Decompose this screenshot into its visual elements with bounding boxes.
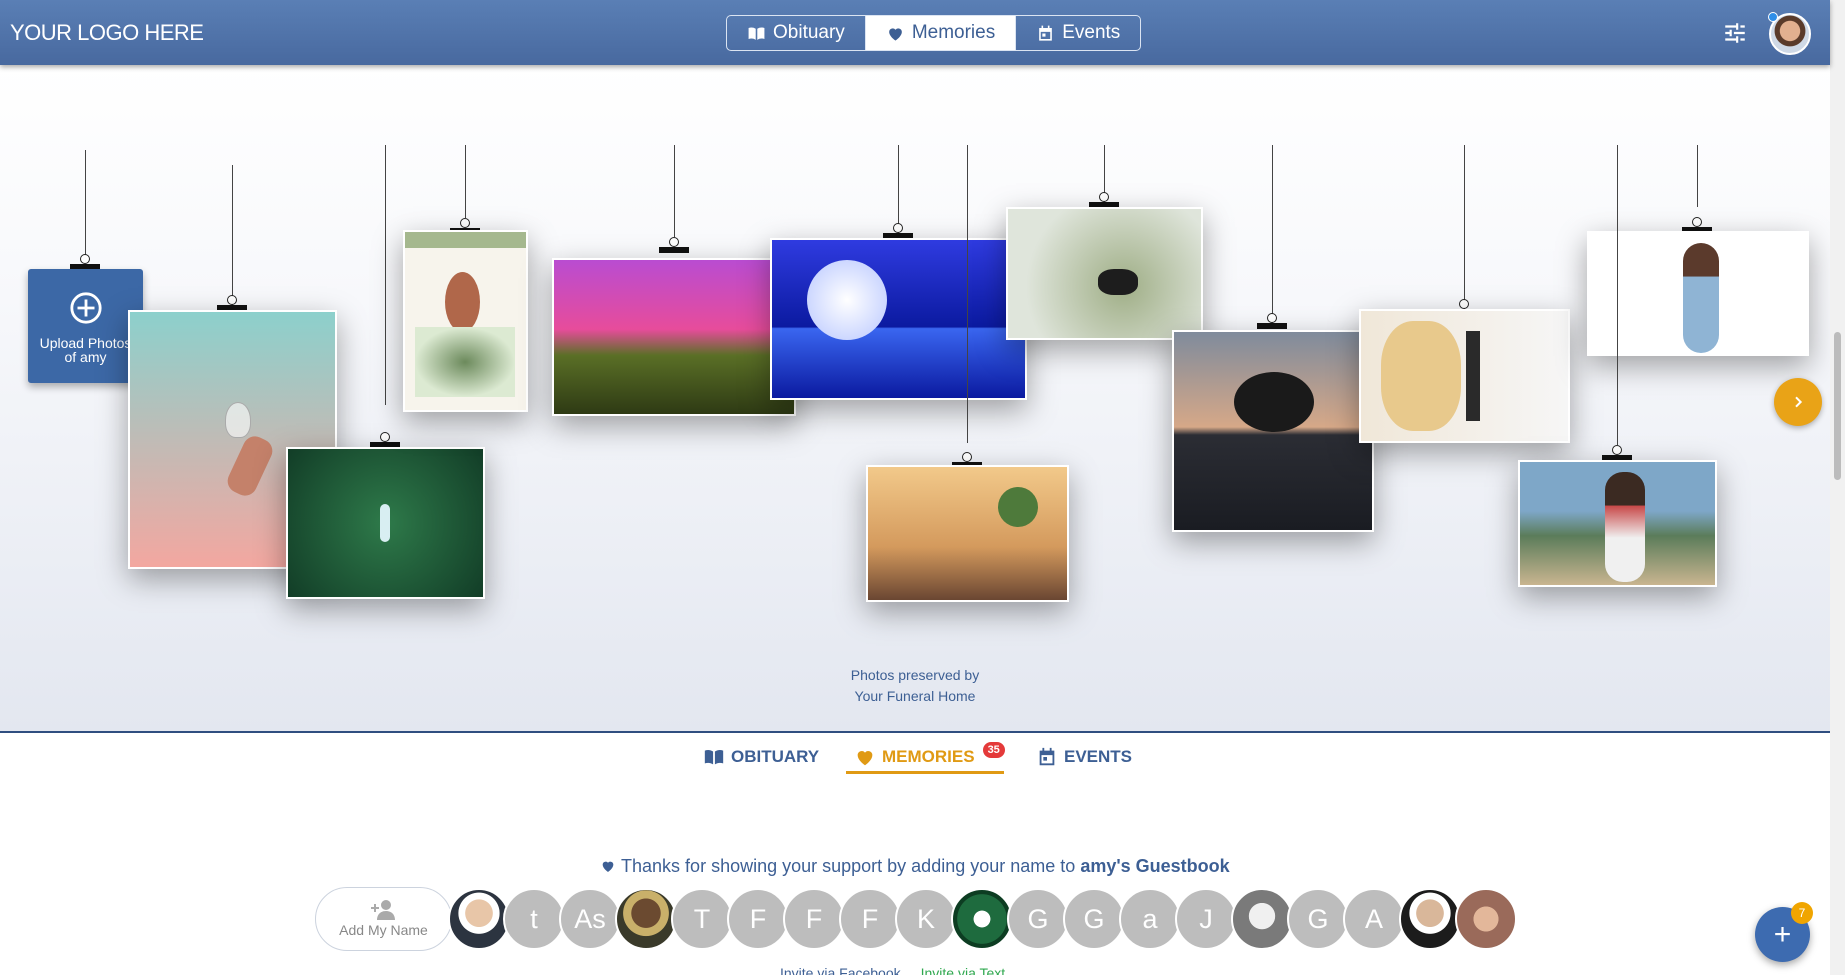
moon-ocean-photo[interactable] xyxy=(770,238,1027,400)
tab-events-label: EVENTS xyxy=(1064,747,1133,766)
butterfly-photo[interactable] xyxy=(1006,207,1203,340)
calendar-icon xyxy=(1039,25,1053,41)
book-icon xyxy=(704,749,724,765)
nav-obituary-label: Obituary xyxy=(773,22,845,43)
nav-memories-label: Memories xyxy=(911,22,996,43)
tab-events[interactable]: EVENTS xyxy=(1036,746,1132,768)
upload-photos-button[interactable]: Upload Photos of amy xyxy=(28,269,143,383)
invite-text-link[interactable]: Invite via Text xyxy=(921,965,1006,975)
guest-avatar[interactable]: G xyxy=(1063,888,1125,950)
preserved-line2[interactable]: Your Funeral Home xyxy=(815,686,1015,707)
guest-avatar[interactable]: F xyxy=(839,888,901,950)
upload-label-line2: of amy xyxy=(64,349,107,365)
tab-obituary-label: OBITUARY xyxy=(731,747,820,766)
preserved-by-text: Photos preserved by Your Funeral Home xyxy=(815,665,1015,707)
guest-avatar[interactable] xyxy=(448,888,510,950)
pink-sky-photo[interactable] xyxy=(552,258,796,416)
scrollbar-thumb[interactable] xyxy=(1834,332,1841,480)
nav-memories-button[interactable]: Memories xyxy=(865,16,1017,50)
notification-dot xyxy=(1768,12,1778,22)
nav-obituary-button[interactable]: Obituary xyxy=(727,16,866,50)
header-nav: Obituary Memories Events xyxy=(726,15,1142,51)
section-tabs: OBITUARY MEMORIES 35 EVENTS xyxy=(0,736,1830,776)
guest-avatar[interactable]: t xyxy=(503,888,565,950)
guestbook-message: Thanks for showing your support by addin… xyxy=(0,856,1830,877)
guest-avatar[interactable]: J xyxy=(1175,888,1237,950)
preserved-line1: Photos preserved by xyxy=(850,667,980,683)
guest-avatar[interactable]: F xyxy=(727,888,789,950)
guest-avatar[interactable]: G xyxy=(1007,888,1069,950)
guest-avatar[interactable]: a xyxy=(1119,888,1181,950)
next-photos-button[interactable] xyxy=(1774,378,1822,426)
sliders-icon[interactable] xyxy=(1722,20,1748,46)
book-icon xyxy=(748,26,765,40)
guest-avatar[interactable]: K xyxy=(895,888,957,950)
guest-avatar[interactable] xyxy=(1455,888,1517,950)
heart-icon xyxy=(857,751,873,766)
tab-memories[interactable]: MEMORIES 35 xyxy=(854,742,1005,768)
scrollbar-track[interactable] xyxy=(1830,0,1845,975)
woman-beach-photo[interactable] xyxy=(1518,460,1717,587)
headphones-photo[interactable] xyxy=(1359,309,1570,443)
guest-avatar[interactable]: G xyxy=(1287,888,1349,950)
photo-gallery: Upload Photos of amy Photos preserved by… xyxy=(0,65,1830,733)
nav-events-label: Events xyxy=(1062,22,1121,43)
guest-avatar[interactable]: As xyxy=(559,888,621,950)
tree-reflection-photo[interactable] xyxy=(1172,330,1374,532)
upload-label-line1: Upload Photos xyxy=(39,335,132,351)
guest-avatar[interactable] xyxy=(951,888,1013,950)
guest-avatar[interactable]: F xyxy=(783,888,845,950)
nav-events-button[interactable]: Events xyxy=(1016,16,1140,50)
heart-icon xyxy=(603,861,614,872)
add-person-icon xyxy=(370,900,395,920)
invite-facebook-link[interactable]: Invite via Facebook xyxy=(780,965,901,975)
tab-memories-label: MEMORIES xyxy=(882,747,975,766)
top-header: YOUR LOGO HERE Obituary Memories Events xyxy=(0,0,1830,65)
invite-links: Invite via Facebook Invite via Text xyxy=(780,965,1005,975)
add-my-name-label: Add My Name xyxy=(339,922,428,938)
bird-illustration-photo[interactable] xyxy=(403,230,528,412)
add-circle-icon xyxy=(69,292,102,324)
fab-count-badge: 7 xyxy=(1791,902,1813,924)
guest-avatar[interactable] xyxy=(615,888,677,950)
guest-avatar[interactable] xyxy=(1399,888,1461,950)
chevron-right-icon xyxy=(1795,396,1803,408)
guest-avatar[interactable] xyxy=(1231,888,1293,950)
guestbook-prefix: Thanks for showing your support by addin… xyxy=(621,856,1076,876)
guest-avatar[interactable]: T xyxy=(671,888,733,950)
calendar-icon xyxy=(1039,747,1055,766)
memories-count-badge: 35 xyxy=(982,742,1005,758)
heart-icon xyxy=(888,27,902,41)
guestbook-link[interactable]: amy's Guestbook xyxy=(1080,856,1229,876)
open-book-photo[interactable] xyxy=(866,465,1069,602)
guest-avatar[interactable]: A xyxy=(1343,888,1405,950)
forest-photo[interactable] xyxy=(286,447,485,599)
woman-denim-photo[interactable] xyxy=(1587,231,1809,356)
active-tab-underline xyxy=(846,771,1004,774)
add-my-name-button[interactable]: Add My Name xyxy=(315,887,452,951)
logo[interactable]: YOUR LOGO HERE xyxy=(10,20,204,46)
tab-obituary[interactable]: OBITUARY xyxy=(703,746,819,768)
